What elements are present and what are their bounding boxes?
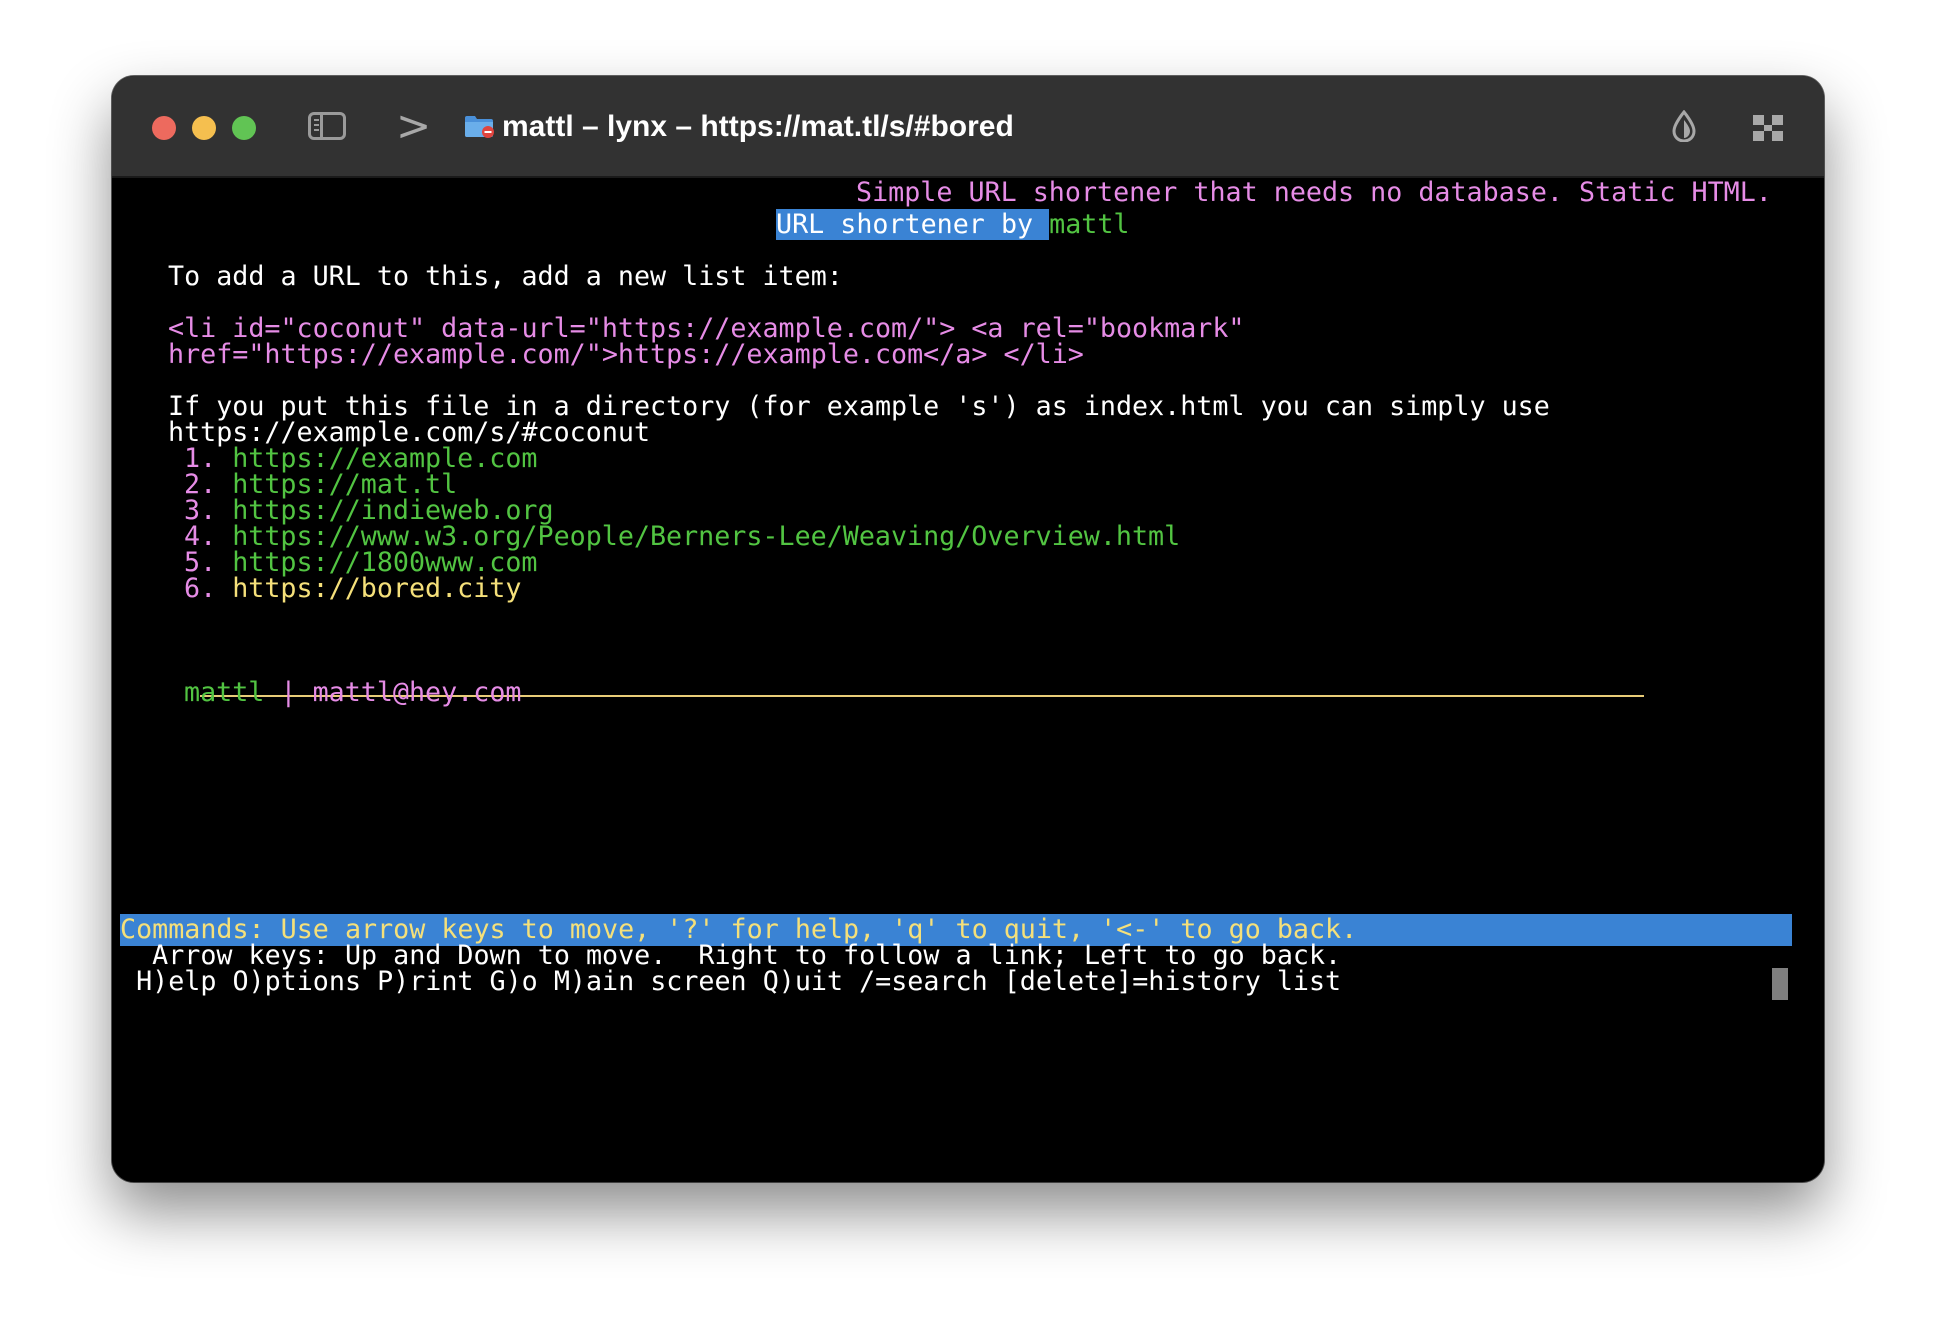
- drop-icon[interactable]: [1670, 110, 1698, 142]
- sidebar-toggle-icon[interactable]: [308, 112, 346, 140]
- folder-icon: [465, 116, 494, 138]
- footer: mattl | mattl@hey.com: [184, 677, 521, 709]
- prompt-chevron-icon: >: [396, 101, 432, 150]
- footer-name-link[interactable]: mattl: [184, 677, 264, 708]
- list-number: 6.: [184, 573, 217, 604]
- instruction-text: To add a URL to this, add a new list ite…: [168, 261, 843, 292]
- footer-separator: |: [280, 677, 297, 708]
- close-window-button[interactable]: [152, 116, 176, 140]
- footer-email-link[interactable]: mattl@hey.com: [313, 677, 522, 708]
- terminal-content[interactable]: Simple URL shortener that needs no datab…: [112, 177, 1824, 1182]
- page-heading: URL shortener by mattl: [776, 209, 1130, 241]
- shortlink-active[interactable]: https://bored.city: [232, 573, 521, 604]
- lynx-command-menu: H)elp O)ptions P)rint G)o M)ain screen Q…: [120, 966, 1342, 997]
- minimize-window-button[interactable]: [192, 116, 216, 140]
- code-example-line-2: href="https://example.com/">https://exam…: [168, 339, 1084, 370]
- terminal-window: > mattl – lynx – https://mat.tl/s/#bored…: [112, 76, 1824, 1182]
- title-bar: > mattl – lynx – https://mat.tl/s/#bored: [112, 76, 1824, 178]
- terminal-cursor: [1772, 968, 1788, 1000]
- fullscreen-icon[interactable]: [1752, 114, 1784, 142]
- heading-author-link[interactable]: mattl: [1049, 209, 1129, 240]
- maximize-window-button[interactable]: [232, 116, 256, 140]
- list-item-active: 6. https://bored.city: [184, 573, 521, 605]
- page-tagline: Simple URL shortener that needs no datab…: [856, 177, 1772, 208]
- heading-selected-text: URL shortener by: [776, 209, 1050, 240]
- window-title: mattl – lynx – https://mat.tl/s/#bored: [502, 110, 1014, 143]
